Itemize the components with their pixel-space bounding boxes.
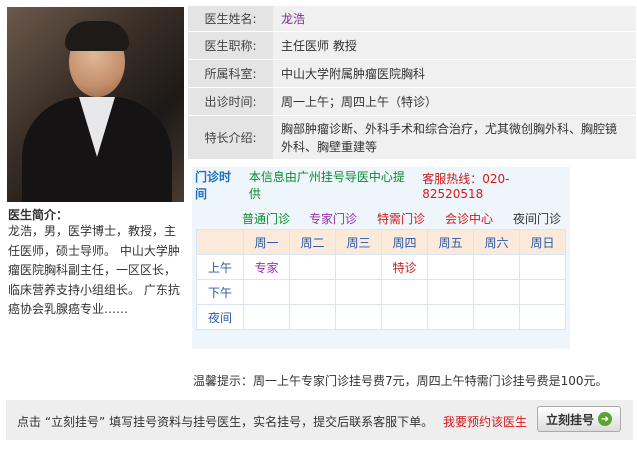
arrow-circle-icon: ➜ [598,412,612,426]
slot-cell[interactable] [289,254,336,280]
day-header: 周五 [427,229,474,255]
slot-cell[interactable] [289,304,336,330]
slot-cell[interactable] [243,304,290,330]
info-row-title: 医生职称: 主任医师 教授 [188,32,636,60]
info-row-dept: 所属科室: 中山大学附属肿瘤医院胸科 [188,60,636,88]
day-header: 周三 [335,229,382,255]
photo-hair [65,21,129,51]
info-row-name: 医生姓名: 龙浩 [188,6,636,32]
info-row-specialty: 特长介绍: 胸部肿瘤诊断、外科手术和综合治疗，尤其微创胸外科、胸腔镜外科、胸壁重… [188,116,636,160]
day-header: 周四 [381,229,428,255]
row-label: 下午 [196,279,244,305]
slot-cell[interactable] [335,254,382,280]
schedule-row-morning: 上午 专家 特诊 [196,254,566,280]
schedule-header: 门诊时间 本信息由广州挂号导医中心提供 客服热线：020-82520518 [192,167,570,203]
slot-cell[interactable] [381,304,428,330]
slot-cell[interactable] [335,304,382,330]
slot-cell[interactable]: 特诊 [381,254,428,280]
schedule-day-row: 周一 周二 周三 周四 周五 周六 周日 [196,229,566,255]
slot-cell[interactable] [519,279,566,305]
slot-cell[interactable] [473,304,520,330]
intro-text: 龙浩，男，医学博士，教授，主任医师，硕士导师。 中山大学肿瘤医院胸科副主任，一区… [8,224,180,316]
booking-message: 点击 “立刻挂号” 填写挂号资料与挂号医生，实名挂号，提交后联系客服下单。 [17,415,434,429]
row-label: 夜间 [196,304,244,330]
doctor-name: 龙浩 [273,6,636,31]
doctor-time: 周一上午；周四上午（特诊） [273,88,636,115]
book-doctor-link[interactable]: 我要预约该医生 [443,413,527,430]
day-header: 周一 [243,229,290,255]
slot-cell[interactable] [473,279,520,305]
book-now-label: 立刻挂号 [545,412,594,427]
intro-title: 医生简介： [8,208,69,222]
doctor-title: 主任医师 教授 [273,32,636,59]
schedule-row-night: 夜间 [196,304,566,330]
time-label: 出诊时间: [188,88,273,115]
slot-cell[interactable] [519,254,566,280]
legend-special: 特需门诊 [377,212,426,226]
booking-bar: 点击 “立刻挂号” 填写挂号资料与挂号医生，实名挂号，提交后联系客服下单。 我要… [6,400,633,440]
doctor-specialty: 胸部肿瘤诊断、外科手术和综合治疗，尤其微创胸外科、胸腔镜外科、胸壁重建等 [273,116,636,159]
corner-cell [196,229,244,255]
schedule-hotline: 客服热线：020-82520518 [422,171,510,201]
specialty-label: 特长介绍: [188,116,273,159]
doctor-dept: 中山大学附属肿瘤医院胸科 [273,60,636,87]
slot-cell[interactable] [243,279,290,305]
dept-label: 所属科室: [188,60,273,87]
legend-general: 普通门诊 [242,212,291,226]
info-row-time: 出诊时间: 周一上午；周四上午（特诊） [188,88,636,116]
day-header: 周六 [473,229,520,255]
title-label: 医生职称: [188,32,273,59]
legend-expert: 专家门诊 [309,212,358,226]
schedule-info: 本信息由广州挂号导医中心提供 [248,170,405,201]
name-label: 医生姓名: [188,6,273,31]
slot-cell[interactable]: 专家 [243,254,290,280]
day-header: 周二 [289,229,336,255]
schedule-panel: 门诊时间 本信息由广州挂号导医中心提供 客服热线：020-82520518 普通… [192,167,570,349]
slot-cell[interactable] [335,279,382,305]
doctor-photo [7,7,184,202]
schedule-title: 门诊时间 [195,170,232,201]
slot-cell[interactable] [519,304,566,330]
schedule-row-afternoon: 下午 [196,279,566,305]
legend-night: 夜间门诊 [513,212,562,226]
slot-cell[interactable] [289,279,336,305]
slot-cell[interactable] [427,254,474,280]
slot-cell[interactable] [473,254,520,280]
day-header: 周日 [519,229,566,255]
book-now-button[interactable]: 立刻挂号 ➜ [537,406,621,432]
slot-cell[interactable] [427,279,474,305]
slot-cell[interactable] [427,304,474,330]
doctor-info-table: 医生姓名: 龙浩 医生职称: 主任医师 教授 所属科室: 中山大学附属肿瘤医院胸… [188,6,636,160]
schedule-grid: 周一 周二 周三 周四 周五 周六 周日 上午 专家 特诊 下午 夜间 [196,229,566,330]
legend-consult: 会诊中心 [445,212,494,226]
row-label: 上午 [196,254,244,280]
fee-tip: 温馨提示：周一上午专家门诊挂号费7元，周四上午特需门诊挂号费是100元。 [193,374,608,388]
slot-cell[interactable] [381,279,428,305]
